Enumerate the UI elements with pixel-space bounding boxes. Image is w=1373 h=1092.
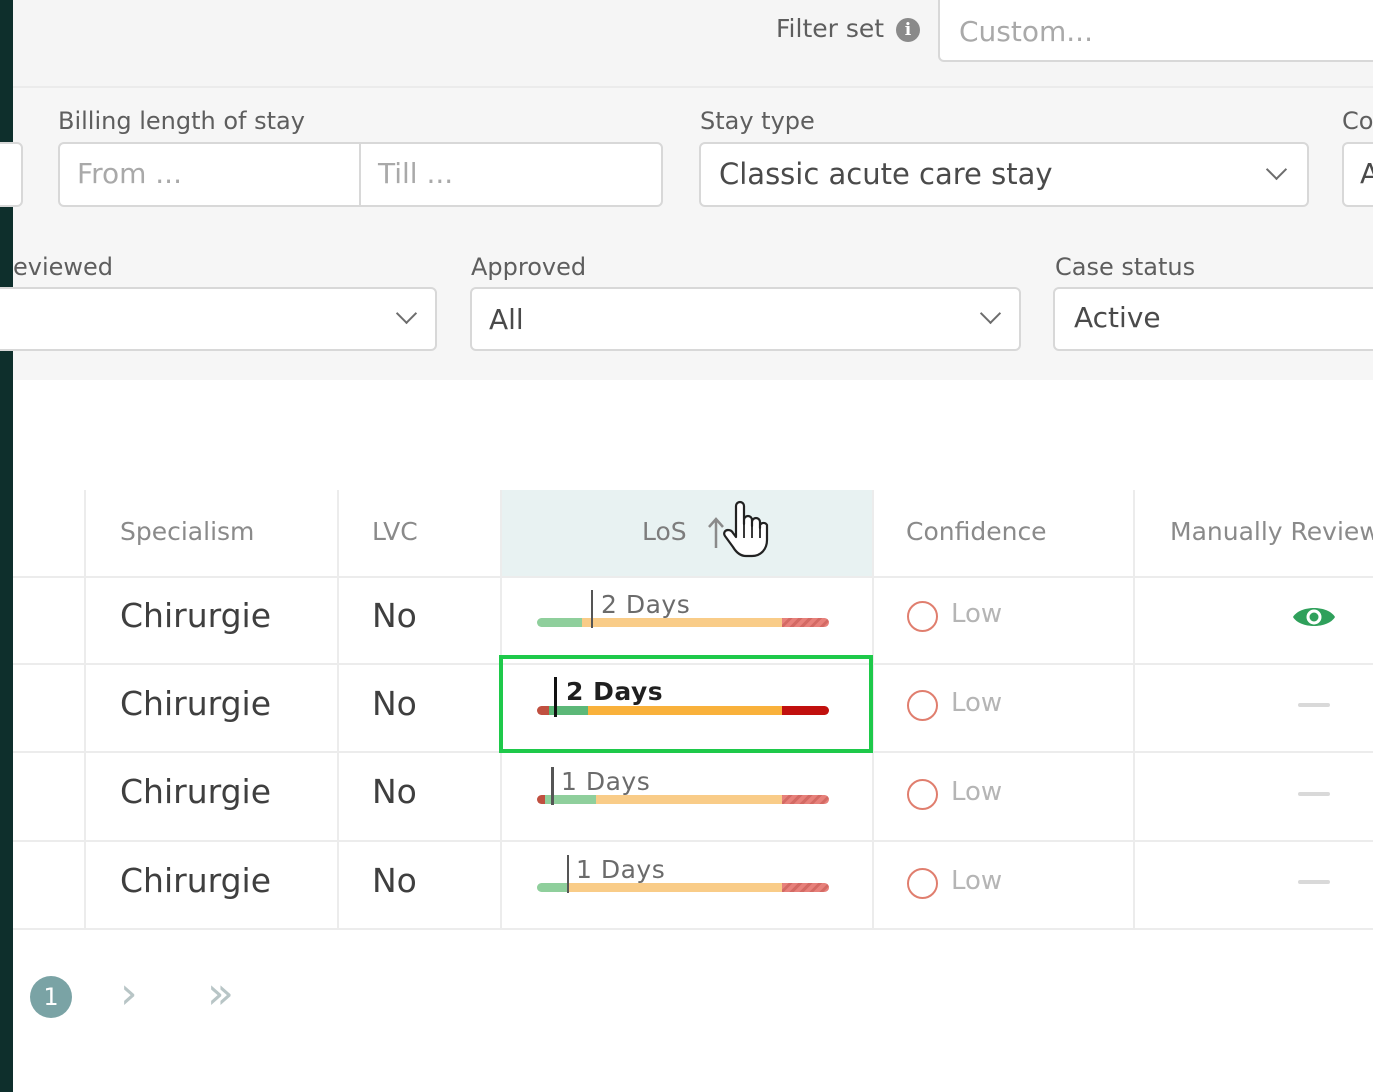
billing-till-input[interactable]: Till ... [378, 157, 453, 190]
approved-value: All [489, 303, 524, 336]
los-bar [537, 618, 829, 627]
filter-set-label: Filter set [776, 14, 885, 43]
confidence-indicator [907, 690, 938, 721]
partial-column-select[interactable]: A [1342, 142, 1373, 207]
billing-from-input[interactable]: From ... [77, 157, 182, 190]
range-divider [359, 144, 361, 205]
header-specialism[interactable]: Specialism [120, 490, 254, 576]
case-status-select[interactable]: Active [1053, 287, 1373, 351]
los-label: 1 Days [576, 855, 666, 884]
cell-lvc: No [372, 772, 417, 811]
not-reviewed-dash [1298, 880, 1330, 884]
case-status-value: Active [1074, 301, 1161, 334]
header-los[interactable]: LoS [642, 490, 687, 576]
approved-select[interactable]: All [470, 287, 1021, 351]
chevron-down-icon [395, 302, 418, 325]
column-divider [337, 490, 339, 930]
cell-lvc: No [372, 596, 417, 635]
los-marker [591, 590, 593, 628]
confidence-indicator [907, 601, 938, 632]
pagination-current-page[interactable]: 1 [30, 976, 72, 1018]
los-bar [537, 795, 829, 804]
column-divider [84, 490, 86, 930]
los-bar [537, 883, 829, 892]
hand-cursor-icon [723, 500, 769, 558]
pagination-next-button[interactable]: › [120, 972, 138, 1016]
not-reviewed-dash [1298, 792, 1330, 796]
chevron-down-icon [1265, 158, 1288, 181]
confidence-label: Low [951, 688, 1003, 718]
cell-specialism: Chirurgie [120, 596, 272, 635]
info-icon[interactable]: i [896, 18, 920, 42]
not-reviewed-dash [1298, 703, 1330, 707]
los-marker [551, 767, 554, 805]
stay-type-value: Classic acute care stay [719, 157, 1053, 191]
confidence-label: Low [951, 777, 1003, 807]
filter-set-input[interactable]: Custom... [938, 0, 1373, 62]
confidence-indicator [907, 868, 938, 899]
los-label: 1 Days [561, 767, 651, 796]
row-divider [13, 928, 1373, 930]
los-marker [567, 855, 569, 893]
header-confidence[interactable]: Confidence [906, 490, 1047, 576]
cell-specialism: Chirurgie [120, 684, 272, 723]
eye-icon[interactable] [1290, 600, 1338, 634]
chevron-down-icon [979, 302, 1002, 325]
stay-type-label: Stay type [700, 107, 815, 135]
confidence-label: Low [951, 599, 1003, 629]
partial-filter-input[interactable] [0, 142, 23, 207]
cell-lvc: No [372, 684, 417, 723]
billing-length-label: Billing length of stay [58, 107, 305, 135]
filter-set-placeholder: Custom... [959, 15, 1093, 48]
partial-column-value: A [1360, 157, 1373, 190]
confidence-indicator [907, 779, 938, 810]
highlight-box [499, 655, 873, 753]
column-divider [1133, 490, 1135, 930]
case-status-label: Case status [1055, 253, 1196, 281]
cell-lvc: No [372, 861, 417, 900]
confidence-label: Low [951, 866, 1003, 896]
row-divider [13, 840, 1373, 842]
reviewed-label: eviewed [13, 253, 114, 281]
los-label: 2 Days [601, 590, 691, 619]
reviewed-select[interactable] [0, 287, 437, 351]
pagination-last-button[interactable]: » [207, 972, 234, 1016]
header-manually-reviewed[interactable]: Manually Review [1170, 490, 1373, 576]
stay-type-select[interactable]: Classic acute care stay [699, 142, 1309, 207]
partial-column-label: Co [1342, 107, 1373, 135]
approved-label: Approved [471, 253, 587, 281]
header-lvc[interactable]: LVC [372, 490, 418, 576]
cell-specialism: Chirurgie [120, 772, 272, 811]
cell-specialism: Chirurgie [120, 861, 272, 900]
